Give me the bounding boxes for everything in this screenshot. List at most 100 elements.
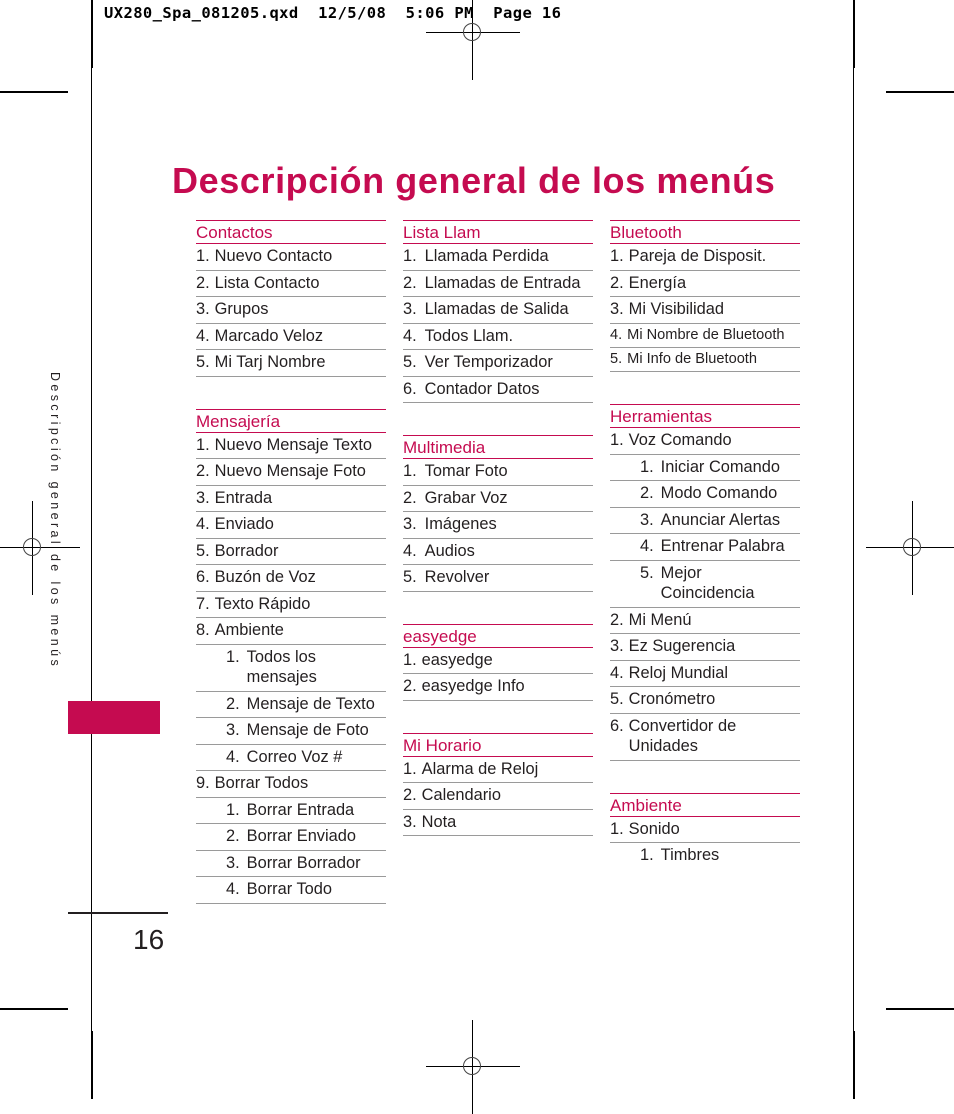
- menu-item-label: Nuevo Mensaje Foto: [214, 462, 366, 481]
- menu-item-label: Todos los mensajes: [246, 647, 317, 687]
- menu-item-number: 5.: [196, 353, 210, 372]
- registration-mark-right: [866, 501, 954, 595]
- menu-item: 5. Mejor Coincidencia: [610, 561, 800, 608]
- menu-item: 2. easyedge Info: [403, 674, 593, 701]
- menu-item-number: 3.: [610, 637, 624, 656]
- menu-item: 4. Marcado Veloz: [196, 324, 386, 351]
- menu-item: 1. Alarma de Reloj: [403, 757, 593, 784]
- menu-item: 3. Anunciar Alertas: [610, 508, 800, 535]
- menu-item-number: 3.: [610, 300, 624, 319]
- menu-item: 8. Ambiente: [196, 618, 386, 645]
- menu-item-label: Mensaje de Foto: [246, 721, 369, 740]
- menu-block-heading: Ambiente: [610, 792, 800, 817]
- menu-block-heading: easyedge: [403, 623, 593, 648]
- menu-block: Mensajería 1. Nuevo Mensaje Texto 2. Nuevo M…: [196, 408, 386, 904]
- page-number: 16: [133, 924, 165, 955]
- menu-item-number: 4.: [403, 541, 417, 560]
- menu-item-number: 9.: [196, 774, 210, 793]
- menu-item: 4. Correo Voz #: [196, 745, 386, 772]
- menu-item: 5. Mi Tarj Nombre: [196, 350, 386, 377]
- menu-item: 2. Modo Comando: [610, 481, 800, 508]
- menu-item-number: 3.: [196, 300, 210, 319]
- menu-column: Bluetooth 1. Pareja de Disposit. 2. Energía 3…: [610, 220, 800, 904]
- menu-item-label: Borrar Enviado: [246, 827, 356, 846]
- menu-item: 5. Mi Info de Bluetooth: [610, 348, 800, 372]
- menu-item-label: Borrar Todos: [214, 774, 309, 793]
- crop-mark-bottom-right-horizontal: [886, 1008, 954, 1010]
- menu-item: 5. Cronómetro: [610, 687, 800, 714]
- menu-item-number: 6.: [610, 716, 624, 735]
- menu-item: 4. Borrar Todo: [196, 877, 386, 904]
- menu-item-number: 1.: [403, 650, 417, 669]
- crop-mark-top-right-horizontal: [886, 91, 954, 93]
- prepress-header-stamp: UX280_Spa_081205.qxd 12/5/08 5:06 PM Pag…: [104, 4, 562, 22]
- menu-item: 3. Mensaje de Foto: [196, 718, 386, 745]
- menu-item: 2. Lista Contacto: [196, 271, 386, 298]
- menu-item-number: 2.: [226, 694, 240, 713]
- menu-item-label: Borrar Todo: [246, 880, 333, 899]
- menu-item-number: 1.: [226, 800, 240, 819]
- menu-item: 5. Borrador: [196, 539, 386, 566]
- menu-item-number: 4.: [226, 747, 240, 766]
- menu-item-label: Todos Llam.: [424, 326, 514, 345]
- menu-item-number: 1.: [403, 247, 417, 266]
- menu-block: Ambiente 1. Sonido 1. Timbres: [610, 792, 800, 869]
- menu-item-label: Llamadas de Salida: [424, 300, 569, 319]
- menu-item-number: 1.: [226, 647, 240, 666]
- menu-item-number: 2.: [403, 786, 417, 805]
- menu-item: 3. Mi Visibilidad: [610, 297, 800, 324]
- menu-item-number: 7.: [196, 594, 210, 613]
- menu-item: 1. Pareja de Disposit.: [610, 244, 800, 271]
- menu-item-number: 1.: [610, 431, 624, 450]
- menu-item: 2. Mi Menú: [610, 608, 800, 635]
- menu-item: 4. Entrenar Palabra: [610, 534, 800, 561]
- menu-item: 7. Texto Rápido: [196, 592, 386, 619]
- menu-item: 4. Audios: [403, 539, 593, 566]
- menu-item-label: Tomar Foto: [424, 462, 508, 481]
- crop-mark-bottom-left-horizontal: [0, 1008, 68, 1010]
- menu-item: 2. Energía: [610, 271, 800, 298]
- menu-item: 3. Entrada: [196, 486, 386, 513]
- menu-item-number: 4.: [226, 880, 240, 899]
- menu-item: 2. Grabar Voz: [403, 486, 593, 513]
- menu-item-number: 4.: [610, 663, 624, 682]
- menu-item-label: Buzón de Voz: [214, 568, 316, 587]
- menu-item-number: 1.: [610, 247, 624, 266]
- menu-item: 2. Calendario: [403, 783, 593, 810]
- sidebar-chapter-tab: [68, 701, 160, 734]
- menu-item-label: Audios: [424, 541, 475, 560]
- menu-item-number: 2.: [403, 488, 417, 507]
- menu-item-number: 3.: [226, 853, 240, 872]
- menu-item: 1. Borrar Entrada: [196, 798, 386, 825]
- menu-block: Bluetooth 1. Pareja de Disposit. 2. Energía 3…: [610, 220, 800, 372]
- menu-item: 4. Todos Llam.: [403, 324, 593, 351]
- menu-block-heading: Lista Llam: [403, 220, 593, 245]
- menu-item-label: Enviado: [214, 515, 274, 534]
- menu-item-label: Convertidor de Unidades: [628, 716, 737, 756]
- page-border-right: [853, 0, 855, 1099]
- menu-columns: Contactos 1. Nuevo Contacto 2. Lista Contact…: [196, 220, 816, 904]
- menu-column: Contactos 1. Nuevo Contacto 2. Lista Contact…: [196, 220, 386, 904]
- menu-item: 4. Mi Nombre de Bluetooth: [610, 324, 800, 348]
- menu-block: Multimedia 1. Tomar Foto 2. Grabar Voz 3. Imág…: [403, 435, 593, 592]
- menu-item-number: 5.: [610, 350, 623, 367]
- menu-item: 1. Llamada Perdida: [403, 244, 593, 271]
- menu-item-label: Ver Temporizador: [424, 353, 553, 372]
- menu-item-label: Alarma de Reloj: [421, 759, 539, 778]
- menu-item-number: 3.: [196, 488, 210, 507]
- menu-item: 6. Buzón de Voz: [196, 565, 386, 592]
- menu-item-label: Anunciar Alertas: [660, 510, 781, 529]
- menu-block: Lista Llam 1. Llamada Perdida 2. Llamadas de…: [403, 220, 593, 404]
- menu-item: 1. Todos los mensajes: [196, 645, 386, 692]
- menu-item-number: 8.: [196, 621, 210, 640]
- menu-item-label: Marcado Veloz: [214, 326, 324, 345]
- menu-item-number: 1.: [640, 457, 654, 476]
- menu-item: 4. Reloj Mundial: [610, 661, 800, 688]
- menu-item-label: Mejor Coincidencia: [660, 563, 755, 603]
- menu-item-number: 4.: [640, 537, 654, 556]
- menu-item-label: Cronómetro: [628, 690, 716, 709]
- menu-block-heading: Mi Horario: [403, 732, 593, 757]
- menu-block-heading: Contactos: [196, 220, 386, 245]
- menu-column: Lista Llam 1. Llamada Perdida 2. Llamadas de…: [403, 220, 593, 904]
- menu-item: 2. Nuevo Mensaje Foto: [196, 459, 386, 486]
